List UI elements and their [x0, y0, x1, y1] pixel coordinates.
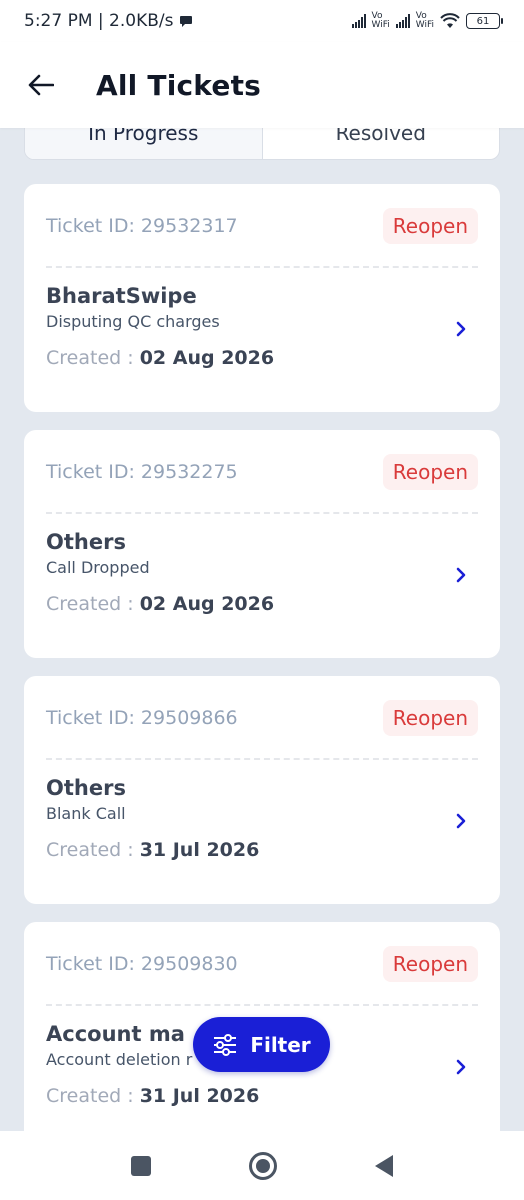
ticket-card-header: Ticket ID: 29532275 Reopen: [46, 452, 478, 492]
ticket-id: Ticket ID: 29509866: [46, 707, 238, 729]
wifi-icon: [440, 13, 460, 28]
ticket-issue: Call Dropped: [46, 558, 150, 577]
ticket-created-date: 02 Aug 2026: [139, 593, 275, 615]
ticket-card-header: Ticket ID: 29509866 Reopen: [46, 698, 478, 738]
ticket-card-header: Ticket ID: 29532317 Reopen: [46, 206, 478, 246]
vowifi-label: Vo WiFi: [371, 11, 390, 30]
recents-button[interactable]: [131, 1155, 151, 1176]
ticket-created-date: 31 Jul 2026: [139, 839, 260, 861]
signal-icon-2: [395, 14, 410, 28]
filter-button[interactable]: Filter: [193, 1017, 330, 1072]
chevron-right-icon[interactable]: [452, 320, 470, 338]
ticket-card[interactable]: Ticket ID: 29532317 Reopen BharatSwipe D…: [24, 184, 500, 412]
filter-label: Filter: [250, 1032, 311, 1057]
system-nav-bar: [0, 1131, 524, 1200]
ticket-created: Created : 31 Jul 2026: [46, 839, 260, 861]
dashed-divider: [46, 1004, 478, 1006]
dashed-divider: [46, 758, 478, 760]
ticket-created: Created : 02 Aug 2026: [46, 593, 275, 615]
vowifi-label-2: Vo WiFi: [415, 11, 434, 30]
chat-bubble-icon: [180, 16, 193, 27]
status-left: 5:27 PM | 2.0KB/s: [24, 11, 193, 31]
chevron-right-icon[interactable]: [452, 812, 470, 830]
dashed-divider: [46, 512, 478, 514]
arrow-left-icon: [28, 74, 54, 96]
status-icons: Vo WiFi Vo WiFi 61: [351, 11, 503, 30]
ticket-category: Others: [46, 530, 126, 554]
system-back-button[interactable]: [375, 1154, 393, 1177]
page-title: All Tickets: [96, 68, 262, 102]
reopen-button[interactable]: Reopen: [382, 454, 478, 490]
ticket-card[interactable]: Ticket ID: 29509866 Reopen Others Blank …: [24, 676, 500, 904]
ticket-category: Others: [46, 776, 126, 800]
status-bar: 5:27 PM | 2.0KB/s Vo WiFi Vo WiFi 61: [0, 0, 524, 42]
signal-icon: [351, 14, 366, 28]
ticket-created-date: 02 Aug 2026: [139, 347, 275, 369]
ticket-id: Ticket ID: 29509830: [46, 953, 238, 975]
reopen-button[interactable]: Reopen: [382, 700, 478, 736]
battery-icon: 61: [466, 13, 503, 29]
ticket-created-date: 31 Jul 2026: [139, 1085, 260, 1107]
sliders-icon: [214, 1033, 237, 1056]
dashed-divider: [46, 266, 478, 268]
ticket-created: Created : 31 Jul 2026: [46, 1085, 260, 1107]
status-time: 5:27 PM | 2.0KB/s: [24, 11, 174, 31]
home-button[interactable]: [249, 1151, 277, 1180]
ticket-id: Ticket ID: 29532317: [46, 215, 238, 237]
home-icon: [256, 1158, 270, 1173]
back-button[interactable]: [26, 70, 56, 100]
chevron-right-icon[interactable]: [452, 566, 470, 584]
ticket-issue: Disputing QC charges: [46, 312, 220, 331]
app-header: All Tickets: [0, 42, 524, 128]
ticket-category: BharatSwipe: [46, 284, 197, 308]
chevron-right-icon[interactable]: [452, 1058, 470, 1076]
ticket-card-header: Ticket ID: 29509830 Reopen: [46, 944, 478, 984]
ticket-id: Ticket ID: 29532275: [46, 461, 238, 483]
reopen-button[interactable]: Reopen: [382, 208, 478, 244]
ticket-created: Created : 02 Aug 2026: [46, 347, 275, 369]
reopen-button[interactable]: Reopen: [382, 946, 478, 982]
ticket-card[interactable]: Ticket ID: 29532275 Reopen Others Call D…: [24, 430, 500, 658]
ticket-issue: Blank Call: [46, 804, 126, 823]
